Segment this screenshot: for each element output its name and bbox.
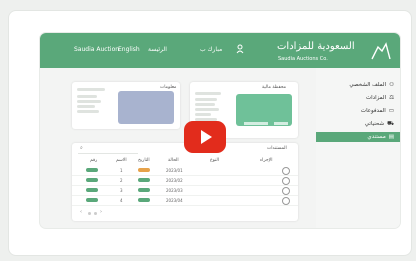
row-id: 4 <box>120 198 123 203</box>
wallet-line <box>195 103 215 106</box>
wallet-line <box>195 113 211 116</box>
sidebar-item-label: المدفوعات <box>360 108 386 114</box>
info-line <box>77 88 105 91</box>
sidebar-item-label: مستندي <box>367 134 386 140</box>
chevron-left-icon[interactable]: ‹ <box>80 209 82 215</box>
row-id: 3 <box>120 188 123 193</box>
row-checkbox[interactable] <box>282 167 290 175</box>
sidebar-item-auctions[interactable]: المزادات ⚖ <box>324 93 394 103</box>
truck-icon: ⛟ <box>387 120 394 127</box>
row-checkbox[interactable] <box>282 177 290 185</box>
column-header: التاريخ <box>138 158 150 163</box>
row-date: 2023/03 <box>166 188 183 193</box>
info-line <box>77 100 101 103</box>
status-badge <box>138 168 150 172</box>
user-greeting[interactable]: مبارك ب <box>200 46 222 53</box>
column-header: الاسم <box>116 158 127 163</box>
nav-home[interactable]: الرئيسة <box>148 46 167 53</box>
nav-saudia-auction[interactable]: Saudia Auction <box>74 46 119 53</box>
camel-logo-icon <box>371 42 391 60</box>
wallet-title: محفظة مالية <box>262 85 287 90</box>
sidebar: الملف الشخصي ⚇ المزادات ⚖ المدفوعات ▭ شحنيا… <box>316 68 400 228</box>
top-header: السعودية للمزادات Saudia Auctions Co. مب… <box>40 33 400 68</box>
wallet-line <box>195 98 217 101</box>
status-badge <box>138 198 150 202</box>
info-title: معلومات <box>160 85 177 90</box>
row-id: 2 <box>120 178 123 183</box>
logo-title: السعودية للمزادات <box>277 41 355 52</box>
table-row[interactable]: 2023/04 4 <box>72 195 298 206</box>
documents-panel: المستندات ⌕ الإجراء النوع الحالة التاريخ… <box>72 143 298 221</box>
status-badge <box>138 178 150 182</box>
pagination: ‹ › <box>80 209 140 217</box>
sidebar-item-shipments[interactable]: شحنياتي ⛟ <box>324 119 394 129</box>
action-button[interactable] <box>86 198 98 202</box>
search-icon[interactable]: ⌕ <box>80 145 83 151</box>
status-badge <box>138 188 150 192</box>
row-checkbox[interactable] <box>282 187 290 195</box>
nav-english[interactable]: English <box>118 46 140 53</box>
row-date: 2023/04 <box>166 198 183 203</box>
wallet-line <box>195 92 221 95</box>
row-id: 1 <box>120 168 123 173</box>
document-icon: ▤ <box>388 134 394 140</box>
wallet-card-stripe <box>274 122 288 125</box>
sidebar-item-label: شحنياتي <box>364 121 385 127</box>
column-header: الحالة <box>168 158 179 163</box>
sidebar-item-label: الملف الشخصي <box>349 82 387 88</box>
sidebar-item-label: المزادات <box>365 95 387 101</box>
info-panel: معلومات <box>72 82 180 129</box>
page: السعودية للمزادات Saudia Auctions Co. مب… <box>0 0 416 261</box>
sidebar-item-payments[interactable]: المدفوعات ▭ <box>324 106 394 116</box>
action-button[interactable] <box>86 178 98 182</box>
row-date: 2023/01 <box>166 168 183 173</box>
column-header: الإجراء <box>260 158 273 163</box>
column-header: النوع <box>210 158 219 163</box>
info-line <box>77 95 97 98</box>
column-header: رقم <box>90 158 98 163</box>
action-button[interactable] <box>86 188 98 192</box>
sidebar-item-documents[interactable]: مستندي ▤ <box>316 132 400 142</box>
documents-title: المستندات <box>267 146 287 151</box>
wallet-card-stripe <box>244 122 268 125</box>
chevron-right-icon[interactable]: › <box>100 209 102 215</box>
gavel-icon: ⚖ <box>389 95 394 101</box>
search-input[interactable] <box>78 148 138 154</box>
user-icon[interactable] <box>236 44 244 54</box>
user-icon: ⚇ <box>389 82 394 88</box>
wallet-line <box>195 108 219 111</box>
action-button[interactable] <box>86 168 98 172</box>
info-card-image <box>118 91 174 124</box>
video-play-button[interactable] <box>184 121 226 153</box>
info-line <box>77 110 99 113</box>
page-dot[interactable] <box>88 212 91 215</box>
info-line <box>77 105 95 108</box>
card-icon: ▭ <box>388 108 394 114</box>
logo-subtitle: Saudia Auctions Co. <box>278 56 328 62</box>
row-checkbox[interactable] <box>282 197 290 205</box>
sidebar-item-profile[interactable]: الملف الشخصي ⚇ <box>324 80 394 90</box>
row-date: 2023/02 <box>166 178 183 183</box>
play-icon <box>201 130 212 144</box>
page-dot[interactable] <box>94 212 97 215</box>
